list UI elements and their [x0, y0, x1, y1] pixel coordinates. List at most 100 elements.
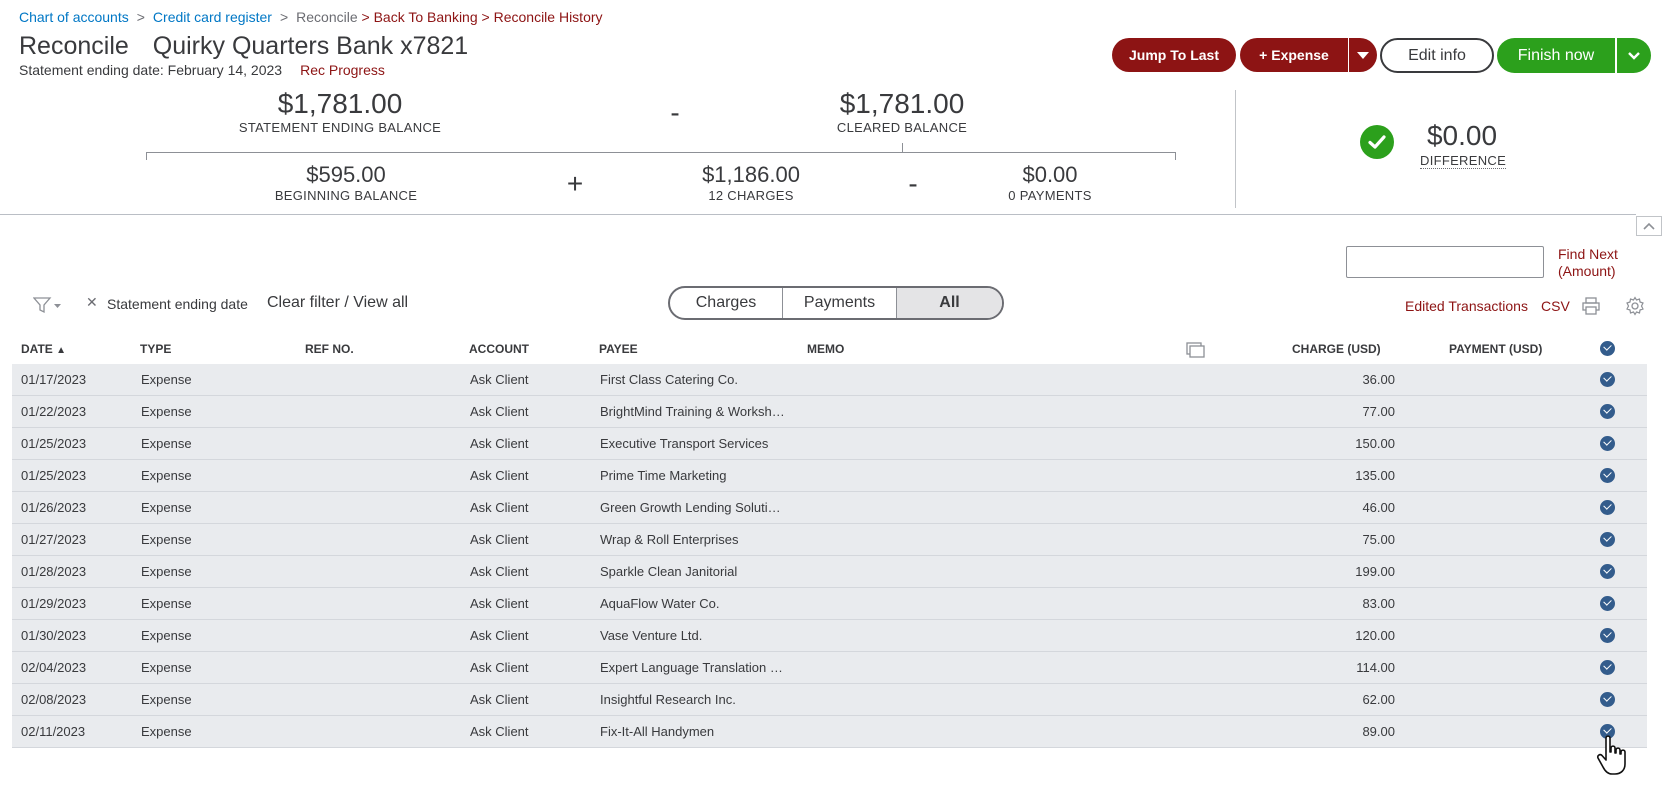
table-row[interactable]: 01/30/2023 Expense Ask Client Vase Ventu… [12, 620, 1647, 652]
payments-summary: $0.00 0 PAYMENTS [900, 162, 1200, 203]
filter-icon[interactable] [32, 296, 65, 314]
tab-charges[interactable]: Charges [670, 288, 783, 318]
cleared-check-icon[interactable] [1600, 468, 1615, 483]
beginning-balance-value: $595.00 [306, 162, 386, 187]
find-next-button[interactable]: Find Next (Amount) [1558, 246, 1618, 280]
cell-date: 01/25/2023 [21, 468, 87, 483]
cell-account: Ask Client [470, 724, 529, 739]
column-date[interactable]: DATE ▲ [21, 342, 66, 356]
cleared-check-icon[interactable] [1600, 628, 1615, 643]
table-row[interactable]: 01/28/2023 Expense Ask Client Sparkle Cl… [12, 556, 1647, 588]
transactions-list: 01/17/2023 Expense Ask Client First Clas… [12, 364, 1647, 748]
column-charge[interactable]: CHARGE (USD) [1292, 342, 1381, 356]
cell-date: 01/28/2023 [21, 564, 87, 579]
find-amount-input[interactable] [1346, 246, 1544, 278]
cell-account: Ask Client [470, 468, 529, 483]
cell-charge: 135.00 [1355, 468, 1395, 483]
cell-date: 01/26/2023 [21, 500, 87, 515]
expense-dropdown-button[interactable] [1349, 38, 1377, 72]
select-all-check-icon[interactable] [1600, 341, 1615, 356]
jump-to-last-button[interactable]: Jump To Last [1112, 38, 1236, 72]
edit-info-button[interactable]: Edit info [1380, 38, 1494, 73]
bracket-tick [902, 143, 903, 153]
expand-columns-icon[interactable] [1186, 341, 1206, 359]
cleared-check-icon[interactable] [1600, 692, 1615, 707]
column-date-label: DATE [21, 342, 53, 356]
table-row[interactable]: 01/22/2023 Expense Ask Client BrightMind… [12, 396, 1647, 428]
collapse-summary-button[interactable] [1636, 216, 1662, 236]
column-account[interactable]: ACCOUNT [469, 342, 529, 356]
column-payee[interactable]: PAYEE [599, 342, 638, 356]
table-row[interactable]: 01/27/2023 Expense Ask Client Wrap & Rol… [12, 524, 1647, 556]
cell-payee: Fix-It-All Handymen [600, 724, 715, 739]
cleared-check-icon[interactable] [1600, 372, 1615, 387]
cell-payee: Sparkle Clean Janitorial [600, 564, 738, 579]
tab-all[interactable]: All [897, 288, 1002, 318]
column-type[interactable]: TYPE [140, 342, 171, 356]
summary-divider [1235, 90, 1236, 208]
cleared-check-icon[interactable] [1600, 500, 1615, 515]
cell-date: 02/11/2023 [21, 724, 86, 739]
print-icon[interactable] [1581, 296, 1601, 316]
gear-icon[interactable] [1625, 296, 1645, 316]
charges-total-value: $1,186.00 [702, 162, 800, 187]
edited-transactions-link[interactable]: Edited Transactions [1405, 298, 1528, 314]
cleared-check-icon[interactable] [1600, 532, 1615, 547]
statement-info: Statement ending date: February 14, 2023… [19, 62, 385, 78]
table-row[interactable]: 02/04/2023 Expense Ask Client Expert Lan… [12, 652, 1647, 684]
check-circle-icon [1360, 125, 1394, 159]
table-row[interactable]: 01/29/2023 Expense Ask Client AquaFlow W… [12, 588, 1647, 620]
remove-filter-icon[interactable]: ✕ [86, 294, 98, 311]
clear-filter-link[interactable]: Clear filter / View all [267, 294, 408, 312]
table-row[interactable]: 02/08/2023 Expense Ask Client Insightful… [12, 684, 1647, 716]
cell-payee: Executive Transport Services [600, 436, 769, 451]
cleared-check-icon[interactable] [1600, 436, 1615, 451]
breadcrumb-credit-card-register[interactable]: Credit card register [153, 9, 272, 25]
cleared-balance: $1,781.00 CLEARED BALANCE [752, 88, 1052, 135]
cleared-check-icon[interactable] [1600, 564, 1615, 579]
find-next-sublabel: (Amount) [1558, 263, 1616, 279]
table-row[interactable]: 02/11/2023 Expense Ask Client Fix-It-All… [12, 716, 1647, 748]
column-memo[interactable]: MEMO [807, 342, 844, 356]
cleared-balance-value: $1,781.00 [839, 88, 965, 119]
finish-now-dropdown-button[interactable] [1617, 38, 1651, 73]
cell-payee: Prime Time Marketing [600, 468, 727, 483]
csv-export-link[interactable]: CSV [1541, 298, 1570, 314]
cell-charge: 75.00 [1362, 532, 1395, 547]
cell-charge: 120.00 [1355, 628, 1395, 643]
cell-payee: AquaFlow Water Co. [600, 596, 720, 611]
tab-payments[interactable]: Payments [783, 288, 897, 318]
cell-date: 01/25/2023 [21, 436, 87, 451]
add-expense-button[interactable]: + Expense [1240, 38, 1348, 72]
table-row[interactable]: 01/25/2023 Expense Ask Client Prime Time… [12, 460, 1647, 492]
cell-charge: 77.00 [1362, 404, 1395, 419]
cleared-check-icon[interactable] [1600, 660, 1615, 675]
cell-charge: 46.00 [1362, 500, 1395, 515]
cell-payee: Wrap & Roll Enterprises [600, 532, 739, 547]
table-row[interactable]: 01/26/2023 Expense Ask Client Green Grow… [12, 492, 1647, 524]
cleared-check-icon[interactable] [1600, 404, 1615, 419]
cell-type: Expense [141, 628, 192, 643]
cell-type: Expense [141, 724, 192, 739]
reconcile-history-link[interactable]: > Reconcile History [482, 9, 603, 25]
difference-value: $0.00 [1426, 120, 1498, 151]
cleared-check-icon[interactable] [1600, 596, 1615, 611]
column-ref-no[interactable]: REF NO. [305, 342, 354, 356]
table-row[interactable]: 01/25/2023 Expense Ask Client Executive … [12, 428, 1647, 460]
cell-account: Ask Client [470, 532, 529, 547]
cell-type: Expense [141, 532, 192, 547]
cell-payee: BrightMind Training & Worksh… [600, 404, 785, 419]
back-to-banking-link[interactable]: > Back To Banking [362, 9, 478, 25]
cell-type: Expense [141, 436, 192, 451]
column-payment[interactable]: PAYMENT (USD) [1449, 342, 1542, 356]
table-row[interactable]: 01/17/2023 Expense Ask Client First Clas… [12, 364, 1647, 396]
chevron-down-icon [1628, 51, 1640, 60]
rec-progress-link[interactable]: Rec Progress [300, 62, 385, 78]
difference-label: DIFFERENCE [1420, 153, 1507, 169]
finish-now-button[interactable]: Finish now [1497, 38, 1615, 73]
cell-charge: 150.00 [1355, 436, 1395, 451]
cell-type: Expense [141, 596, 192, 611]
breadcrumb-chart-of-accounts[interactable]: Chart of accounts [19, 9, 129, 25]
cell-account: Ask Client [470, 564, 529, 579]
chevron-up-icon [1643, 222, 1655, 230]
